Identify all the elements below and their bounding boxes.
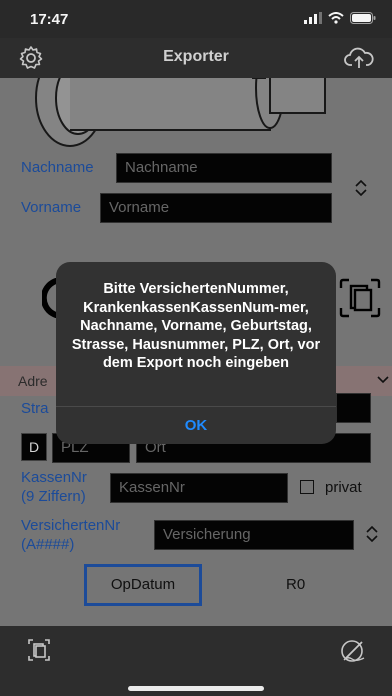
status-icons (304, 12, 376, 24)
cloud-upload-icon (344, 47, 374, 68)
vorname-input[interactable]: Vorname (100, 193, 332, 223)
signature-icon (341, 640, 365, 662)
status-time: 17:47 (30, 11, 69, 28)
bottom-toolbar (0, 626, 392, 696)
versicherung-chevron-icon[interactable] (365, 526, 379, 542)
chevron-down-icon[interactable] (376, 375, 390, 385)
device-illustration (35, 78, 326, 147)
versichertennr-hint: (A####) (21, 536, 75, 553)
battery-icon (350, 12, 376, 24)
signal-icon (304, 12, 322, 24)
nachname-label: Nachname (21, 159, 94, 176)
kassennr-label: KassenNr (21, 469, 87, 486)
document-scan-small-icon (28, 639, 50, 661)
versichertennr-label: VersichertenNr (21, 517, 121, 534)
privat-checkbox[interactable] (300, 480, 314, 494)
navigation-bar: Exporter (0, 38, 392, 78)
document-scan-icon[interactable] (338, 278, 382, 318)
bottom-area: OpDatum R0 (0, 552, 392, 626)
alert-message: Bitte VersichertenNummer, KrankenkassenK… (71, 281, 321, 371)
status-bar: 17:47 (0, 0, 392, 38)
alert-ok-button[interactable]: OK (56, 407, 336, 444)
scan-document-button[interactable] (27, 638, 51, 667)
alert-dialog: Bitte VersichertenNummer, KrankenkassenK… (56, 262, 336, 444)
chevron-up-down-icon[interactable] (354, 180, 368, 196)
cloud-upload-button[interactable] (344, 46, 374, 75)
country-button[interactable]: D (21, 433, 47, 461)
wifi-icon (328, 12, 344, 24)
kassennr-input[interactable]: KassenNr (110, 473, 288, 503)
signature-button[interactable] (340, 638, 366, 667)
home-indicator (128, 686, 264, 691)
page-title: Exporter (163, 48, 229, 65)
privat-label: privat (325, 479, 362, 496)
strasse-label: Stra (21, 400, 49, 417)
versicherung-input[interactable]: Versicherung (154, 520, 354, 550)
kassennr-hint: (9 Ziffern) (21, 488, 86, 505)
address-section-label: Adre (18, 373, 48, 389)
hausnummer-input[interactable] (336, 393, 371, 423)
r0-label: R0 (286, 576, 306, 593)
opdatum-button[interactable]: OpDatum (84, 564, 202, 606)
vorname-label: Vorname (21, 199, 82, 216)
nachname-input[interactable]: Nachname (116, 153, 332, 183)
